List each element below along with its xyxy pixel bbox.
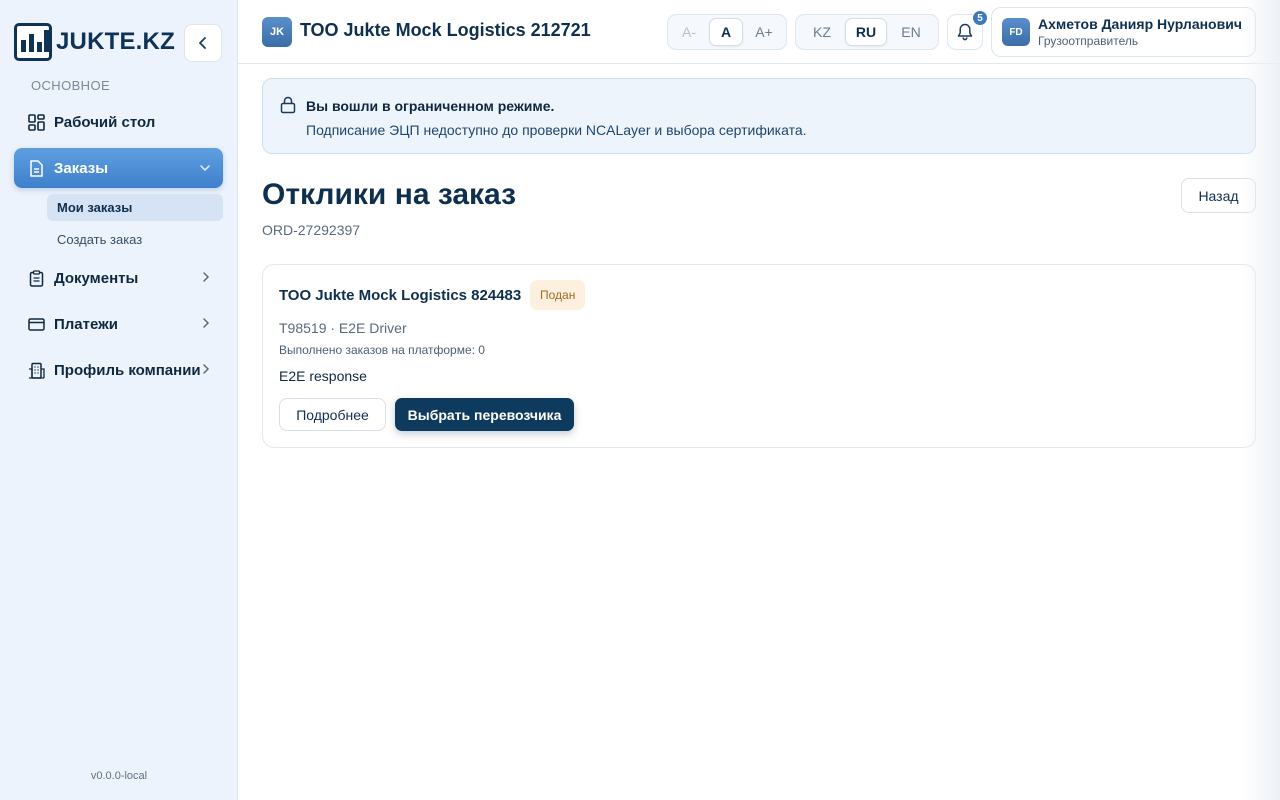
select-carrier-button[interactable]: Выбрать перевозчика <box>395 398 574 431</box>
page-title: Отклики на заказ <box>262 178 517 211</box>
response-message: E2E response <box>279 368 367 384</box>
status-badge: Подан <box>530 280 586 310</box>
sidebar-item-label: Профиль компании <box>54 361 201 379</box>
org-name: ТОО Jukte Mock Logistics 212721 <box>300 20 591 40</box>
font-size-increase-button[interactable]: A+ <box>745 18 783 46</box>
avatar: FD <box>1002 18 1030 46</box>
chevron-right-icon <box>203 317 210 331</box>
sidebar-subitem-create-order[interactable]: Создать заказ <box>47 226 223 253</box>
brand-name: JUKTE.KZ <box>56 28 175 55</box>
sidebar-item-label: Рабочий стол <box>54 113 156 131</box>
sidebar-item-label: Заказы <box>54 159 109 177</box>
document-icon <box>27 159 45 177</box>
sidebar-item-payments[interactable]: Платежи <box>14 304 223 344</box>
user-role: Грузоотправитель <box>1038 34 1139 48</box>
order-code: ORD-27292397 <box>262 222 361 238</box>
user-menu[interactable]: FD Ахметов Данияр Нурланович Грузоотправ… <box>991 7 1256 57</box>
lock-icon <box>280 96 296 119</box>
completed-orders-count: Выполнено заказов на платформе: 0 <box>279 343 485 357</box>
sidebar-item-dashboard[interactable]: Рабочий стол <box>14 102 223 142</box>
details-button[interactable]: Подробнее <box>279 398 386 431</box>
banner-title: Вы вошли в ограниченном режиме. <box>306 98 555 114</box>
language-ru-button[interactable]: RU <box>845 18 887 46</box>
language-switcher: KZ RU EN <box>795 14 939 50</box>
building-icon <box>27 361 45 379</box>
sidebar-subitem-my-orders[interactable]: Мои заказы <box>47 194 223 221</box>
language-kz-button[interactable]: KZ <box>799 18 845 46</box>
notifications-count-badge: 5 <box>972 10 988 26</box>
logo-icon <box>14 23 52 61</box>
vehicle-driver-info: T98519 · E2E Driver <box>279 320 407 336</box>
chevron-left-icon <box>199 37 206 49</box>
font-size-normal-button[interactable]: A <box>709 18 743 46</box>
collapse-sidebar-button[interactable] <box>184 24 222 62</box>
sidebar-section-label: ОСНОВНОЕ <box>31 78 111 93</box>
font-size-decrease-button[interactable]: A- <box>671 18 707 46</box>
banner-text: Подписание ЭЦП недоступно до проверки NC… <box>306 122 807 138</box>
sidebar-item-orders[interactable]: Заказы <box>14 148 223 188</box>
restricted-mode-banner: Вы вошли в ограниченном режиме. Подписан… <box>262 78 1256 154</box>
brand-logo[interactable]: JUKTE.KZ <box>14 23 175 61</box>
app-version: v0.0.0-local <box>90 770 148 782</box>
sidebar-item-documents[interactable]: Документы <box>14 258 223 298</box>
chevron-right-icon <box>203 363 210 377</box>
top-header: JK ТОО Jukte Mock Logistics 212721 A- A … <box>238 0 1280 64</box>
sidebar-item-label: Документы <box>54 269 139 287</box>
carrier-company-name: ТОО Jukte Mock Logistics 824483 <box>279 287 522 304</box>
clipboard-icon <box>27 269 45 287</box>
sidebar: JUKTE.KZ ОСНОВНОЕ Рабочий стол Заказы Мо… <box>0 0 238 800</box>
sidebar-item-label: Платежи <box>54 315 118 333</box>
font-size-switcher: A- A A+ <box>667 14 787 50</box>
dashboard-icon <box>27 113 45 131</box>
response-card: ТОО Jukte Mock Logistics 824483 Подан T9… <box>262 264 1256 448</box>
credit-card-icon <box>27 315 45 333</box>
notifications-button[interactable]: 5 <box>947 10 988 50</box>
bell-icon <box>957 23 973 41</box>
user-name: Ахметов Данияр Нурланович <box>1038 16 1242 32</box>
sidebar-item-company-profile[interactable]: Профиль компании <box>14 350 223 390</box>
edge-shadow <box>1240 0 1280 800</box>
org-avatar: JK <box>262 17 292 47</box>
chevron-right-icon <box>203 271 210 285</box>
chevron-down-icon <box>200 161 210 175</box>
language-en-button[interactable]: EN <box>887 18 935 46</box>
